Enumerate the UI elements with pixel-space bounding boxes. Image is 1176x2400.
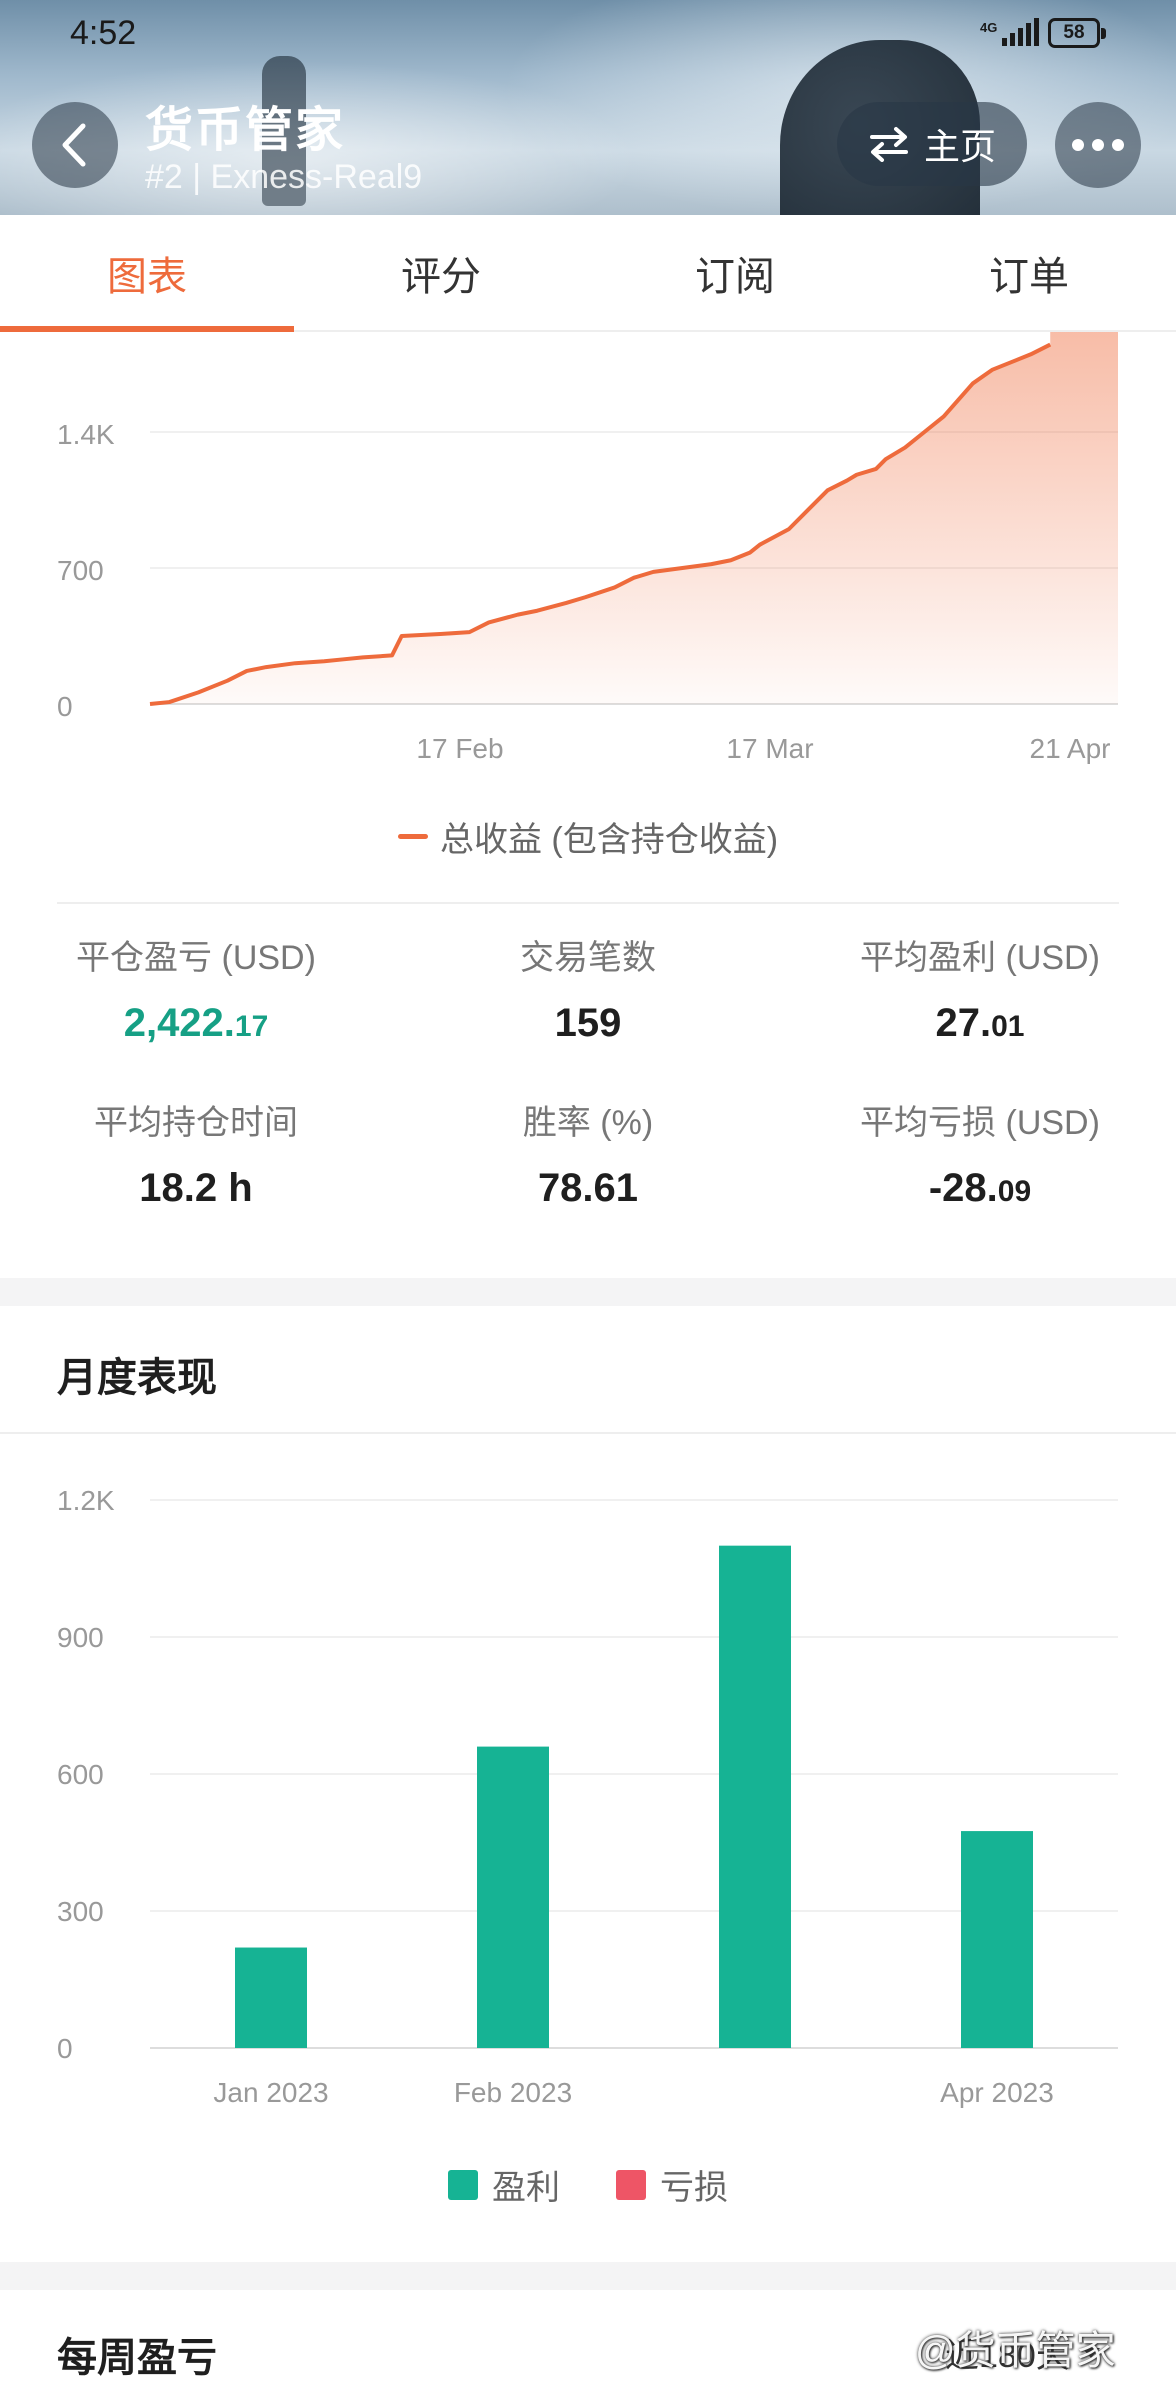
divider — [57, 902, 1119, 904]
divider — [0, 1432, 1176, 1434]
stat-value: 78.61 — [537, 1166, 639, 1210]
battery-icon: 58 — [1048, 18, 1106, 48]
legend-label: 总收益 (包含持仓收益) — [439, 821, 779, 859]
legend-profit-label: 盈利 — [492, 2169, 560, 2207]
value-dec: 01 — [991, 1010, 1025, 1043]
x-tick-label: Jan 2023 — [213, 2077, 328, 2108]
more-dots-icon — [1112, 139, 1124, 151]
value-int: -28. — [928, 1166, 998, 1210]
monthly-legend: 盈利 亏损 — [0, 2160, 1176, 2209]
y-tick-label: 300 — [57, 1896, 104, 1927]
section-gap — [0, 2262, 1176, 2290]
x-tick-label: 17 Mar — [726, 733, 813, 764]
more-button[interactable] — [1055, 102, 1141, 188]
profit-bar — [235, 1947, 307, 2048]
equity-legend: 总收益 (包含持仓收益) — [0, 812, 1176, 861]
tab-subscribe[interactable]: 订阅 — [588, 215, 882, 330]
legend-profit[interactable]: 盈利 — [448, 2160, 560, 2209]
x-tick-label: 21 Apr — [1030, 733, 1111, 764]
x-tick-label: Apr 2023 — [940, 2077, 1054, 2108]
home-label: 主页 — [923, 126, 996, 167]
value-dec: 17 — [234, 1010, 269, 1043]
tab-bar: 图表 评分 订阅 订单 — [0, 215, 1176, 332]
network-type: 4G — [980, 20, 998, 35]
profit-bar — [961, 1831, 1033, 2048]
monthly-bar-chart: 0 300 600 900 1.2K Jan 2023 Feb 2023 Apr 2023 — [57, 1485, 1118, 2108]
more-dots-icon — [1072, 139, 1084, 151]
battery-level: 58 — [1063, 22, 1085, 43]
swap-arrows-icon — [869, 127, 908, 162]
y-tick-label: 0 — [57, 2033, 73, 2064]
stat-label: 胜率 (%) — [522, 1104, 654, 1142]
value-int: 2,422. — [123, 1001, 235, 1045]
stat-label: 平仓盈亏 (USD) — [76, 939, 316, 977]
account-subtitle: #2 | Exness-Real9 — [145, 158, 423, 196]
x-tick-label: 17 Feb — [416, 733, 503, 764]
monthly-title: 月度表现 — [57, 1356, 217, 1400]
signal-icon — [1002, 18, 1039, 46]
stat-closed-pnl: 平仓盈亏 (USD) 2,422.17 — [0, 930, 392, 1046]
profit-bar — [477, 1746, 549, 2048]
section-gap — [0, 1278, 1176, 1306]
y-tick-label: 900 — [57, 1622, 104, 1653]
tab-rating[interactable]: 评分 — [294, 215, 588, 330]
equity-area — [150, 332, 1118, 704]
value-dec: 09 — [997, 1175, 1032, 1208]
profit-bar — [719, 1545, 791, 2048]
stat-avg-profit: 平均盈利 (USD) 27.01 — [784, 930, 1176, 1046]
chevron-left-icon — [62, 123, 86, 167]
stat-win-rate: 胜率 (%) 78.61 — [392, 1095, 784, 1211]
home-button[interactable]: 主页 — [837, 102, 1027, 186]
y-tick-label: 600 — [57, 1759, 104, 1790]
tab-orders[interactable]: 订单 — [882, 215, 1176, 330]
stat-avg-hold: 平均持仓时间 18.2 h — [0, 1095, 392, 1211]
value-int: 27. — [935, 1001, 992, 1045]
legend-loss[interactable]: 亏损 — [616, 2160, 728, 2209]
page-title: 货币管家 — [145, 104, 346, 157]
y-tick-label: 1.2K — [57, 1485, 115, 1516]
more-dots-icon — [1092, 139, 1104, 151]
tab-chart[interactable]: 图表 — [0, 215, 294, 332]
back-button[interactable] — [32, 102, 118, 188]
y-tick-label: 700 — [57, 555, 104, 586]
header-banner: 4:52 4G 58 货币管家 #2 | Exness-Real9 主页 — [0, 0, 1176, 215]
stat-label: 交易笔数 — [520, 939, 656, 977]
x-tick-label: Feb 2023 — [454, 2077, 572, 2108]
stat-label: 平均亏损 (USD) — [860, 1104, 1100, 1142]
stat-value: 159 — [554, 1001, 622, 1045]
stat-value: 2,422.17 — [0, 1001, 392, 1046]
status-time: 4:52 — [70, 14, 137, 52]
equity-curve-chart: 0 700 1.4K 17 Feb 17 Mar 21 Apr — [57, 332, 1118, 764]
weekly-title: 每周盈亏 — [57, 2336, 217, 2380]
stat-avg-loss: 平均亏损 (USD) -28.09 — [784, 1095, 1176, 1211]
legend-line-swatch — [397, 834, 428, 839]
loss-swatch — [616, 2169, 646, 2200]
stat-value: 18.2 h — [139, 1166, 253, 1210]
stat-value: -28.09 — [784, 1166, 1176, 1211]
stat-trades: 交易笔数 159 — [392, 930, 784, 1046]
profit-swatch — [448, 2169, 478, 2200]
stat-label: 平均盈利 (USD) — [860, 939, 1100, 977]
stat-label: 平均持仓时间 — [94, 1104, 298, 1142]
stat-value: 27.01 — [784, 1001, 1176, 1046]
legend-loss-label: 亏损 — [660, 2169, 728, 2207]
y-tick-label: 1.4K — [57, 419, 115, 450]
y-tick-label: 0 — [57, 691, 73, 722]
watermark: @货币管家 — [915, 2329, 1116, 2373]
